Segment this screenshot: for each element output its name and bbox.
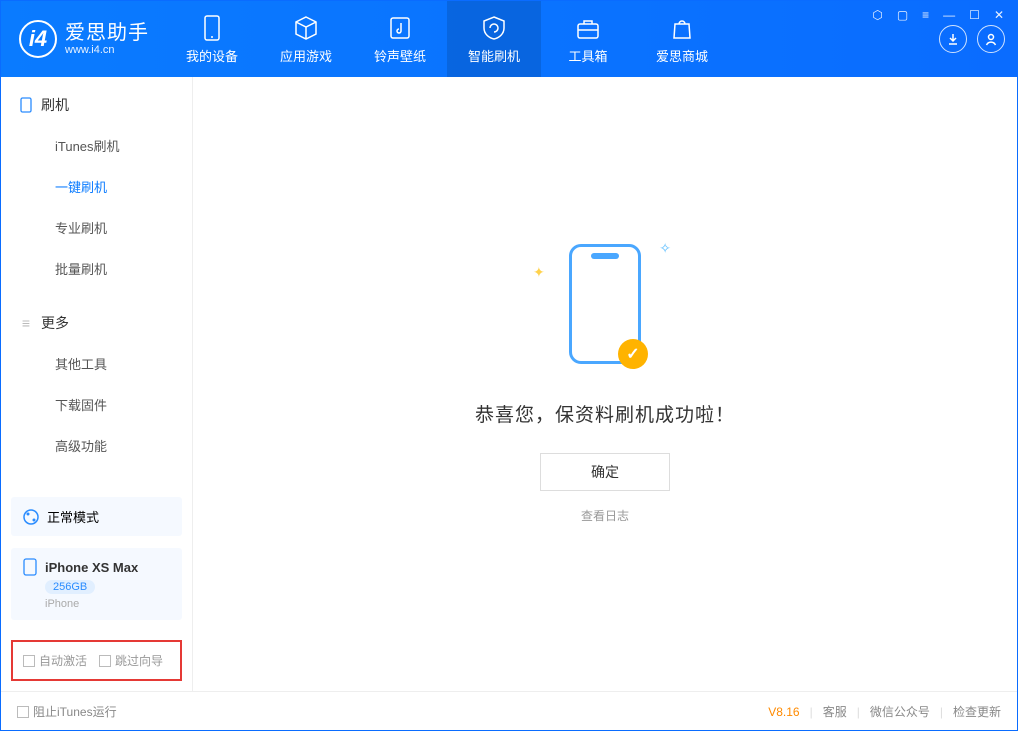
brand-url: www.i4.cn [65, 44, 149, 56]
sidebar-item-othertools[interactable]: 其他工具 [1, 343, 192, 384]
confirm-button[interactable]: 确定 [540, 453, 670, 491]
cube-icon [292, 14, 320, 42]
sparkle-icon: ✧ [659, 240, 671, 257]
bag-icon [668, 14, 696, 42]
check-update-link[interactable]: 检查更新 [953, 703, 1001, 720]
mode-label: 正常模式 [47, 507, 99, 526]
skin-icon[interactable]: ▢ [897, 8, 908, 22]
refresh-shield-icon [480, 14, 508, 42]
mode-icon [23, 509, 39, 525]
tab-flash[interactable]: 智能刷机 [447, 1, 541, 77]
success-illustration: ✓ ✦ ✧ [569, 244, 641, 364]
checkbox-auto-activate[interactable]: 自动激活 [23, 652, 87, 669]
close-button[interactable]: ✕ [994, 8, 1004, 22]
check-badge-icon: ✓ [618, 339, 648, 369]
sidebar-item-firmware[interactable]: 下载固件 [1, 384, 192, 425]
phone-illustration-icon: ✓ [569, 244, 641, 364]
checkbox-block-itunes[interactable]: 阻止iTunes运行 [17, 703, 117, 720]
sidebar-item-itunes[interactable]: iTunes刷机 [1, 125, 192, 166]
support-link[interactable]: 客服 [823, 703, 847, 720]
tab-apps[interactable]: 应用游戏 [259, 1, 353, 77]
highlighted-options: 自动激活 跳过向导 [11, 640, 182, 681]
main-tabs: 我的设备 应用游戏 铃声壁纸 智能刷机 工具箱 爱思商城 [165, 1, 939, 77]
tab-store[interactable]: 爱思商城 [635, 1, 729, 77]
section-flash: 刷机 [1, 95, 192, 125]
sidebar: 刷机 iTunes刷机 一键刷机 专业刷机 批量刷机 ≡ 更多 其他工具 下载固… [1, 77, 193, 691]
device-icon [198, 14, 226, 42]
success-message: 恭喜您，保资料刷机成功啦！ [475, 400, 735, 427]
phone-icon [19, 98, 33, 112]
brand-name: 爱思助手 [65, 22, 149, 44]
toolbox-icon [574, 14, 602, 42]
logo[interactable]: i4 爱思助手 www.i4.cn [1, 1, 165, 77]
sidebar-item-oneclick[interactable]: 一键刷机 [1, 166, 192, 207]
maximize-button[interactable]: ☐ [969, 8, 980, 22]
header: i4 爱思助手 www.i4.cn 我的设备 应用游戏 铃声壁纸 智能刷机 工具… [1, 1, 1017, 77]
sidebar-item-batch[interactable]: 批量刷机 [1, 248, 192, 289]
window-controls: ⬡ ▢ ≡ — ☐ ✕ [872, 8, 1004, 22]
sidebar-item-advanced[interactable]: 高级功能 [1, 425, 192, 466]
config-icon[interactable]: ⬡ [872, 8, 882, 22]
music-icon [386, 14, 414, 42]
version-label: V8.16 [768, 705, 799, 719]
section-more: ≡ 更多 [1, 313, 192, 343]
main-content: ✓ ✦ ✧ 恭喜您，保资料刷机成功啦！ 确定 查看日志 [193, 77, 1017, 691]
wechat-link[interactable]: 微信公众号 [870, 703, 930, 720]
tab-my-device[interactable]: 我的设备 [165, 1, 259, 77]
user-button[interactable] [977, 25, 1005, 53]
device-info[interactable]: iPhone XS Max 256GB iPhone [11, 548, 182, 620]
tab-toolbox[interactable]: 工具箱 [541, 1, 635, 77]
download-button[interactable] [939, 25, 967, 53]
tab-ringtones[interactable]: 铃声壁纸 [353, 1, 447, 77]
minimize-button[interactable]: — [943, 8, 955, 22]
menu-icon[interactable]: ≡ [922, 8, 929, 22]
mode-status[interactable]: 正常模式 [11, 497, 182, 536]
checkbox-skip-guide[interactable]: 跳过向导 [99, 652, 163, 669]
list-icon: ≡ [19, 316, 33, 330]
device-capacity: 256GB [45, 580, 95, 594]
device-phone-icon [23, 558, 37, 576]
footer: 阻止iTunes运行 V8.16 | 客服 | 微信公众号 | 检查更新 [1, 691, 1017, 731]
device-name: iPhone XS Max [45, 560, 138, 575]
device-type: iPhone [45, 598, 79, 610]
view-log-link[interactable]: 查看日志 [581, 507, 629, 524]
sidebar-item-pro[interactable]: 专业刷机 [1, 207, 192, 248]
sparkle-icon: ✦ [533, 264, 545, 281]
logo-icon: i4 [19, 20, 57, 58]
